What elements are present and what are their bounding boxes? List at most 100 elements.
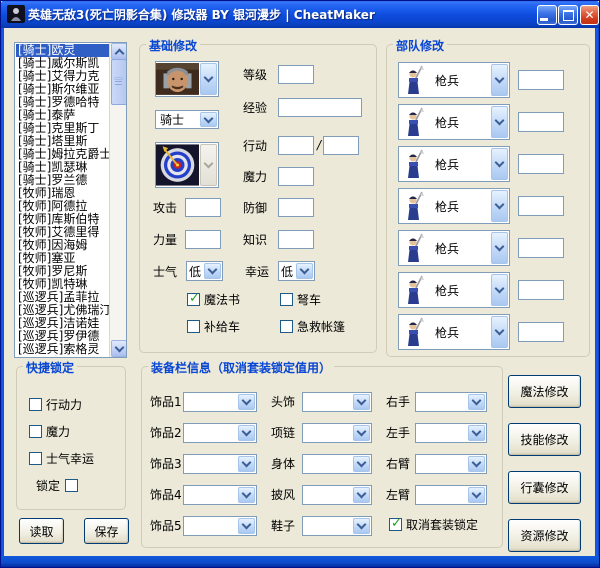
equip-slot-label: 饰品5: [150, 519, 182, 533]
window-border-right: [595, 28, 600, 568]
action-max-input[interactable]: [323, 136, 359, 155]
quick-lock-option[interactable]: 士气幸运: [29, 451, 94, 466]
army-unit-value: 枪兵: [435, 283, 460, 298]
defense-input[interactable]: [278, 198, 314, 217]
army-count-input[interactable]: [518, 322, 564, 342]
equip-slot-dropdown[interactable]: [415, 453, 487, 474]
chevron-down-icon: [468, 455, 485, 472]
chevron-down-icon: [296, 263, 313, 279]
army-unit-value: 枪兵: [435, 157, 460, 172]
unlock-set-checkbox[interactable]: [389, 516, 402, 531]
equip-slot-dropdown[interactable]: [183, 453, 257, 474]
specialty-dropdown[interactable]: [155, 142, 219, 188]
war-machine-checkboxes: 魔法书 弩车 补给车 急救帐篷: [187, 291, 372, 334]
knowledge-label: 知识: [243, 233, 268, 247]
power-label: 力量: [153, 233, 178, 247]
action-current-input[interactable]: [278, 136, 314, 155]
side-modify-button[interactable]: 行囊修改: [508, 471, 581, 504]
equip-slot-dropdown[interactable]: [302, 515, 372, 536]
army-unit-dropdown[interactable]: 枪兵: [398, 104, 510, 140]
checkbox-icon: [187, 319, 200, 333]
equip-slot-dropdown[interactable]: [415, 391, 487, 412]
close-button[interactable]: ✕: [580, 5, 599, 25]
war-machine-option[interactable]: 急救帐篷: [280, 319, 372, 334]
army-unit-value: 枪兵: [435, 73, 460, 88]
equip-row: 饰品1: [150, 386, 257, 417]
side-modify-button[interactable]: 技能修改: [508, 423, 581, 456]
read-button[interactable]: 读取: [19, 518, 64, 544]
scroll-thumb[interactable]: [111, 59, 126, 105]
army-count-input[interactable]: [518, 196, 564, 216]
hero-class-dropdown[interactable]: 骑士: [155, 110, 219, 129]
equip-slot-dropdown[interactable]: [183, 391, 257, 412]
checkbox-icon: [29, 451, 42, 465]
equip-slot-dropdown[interactable]: [183, 422, 257, 443]
equip-slot-dropdown[interactable]: [183, 515, 257, 536]
morale-label: 士气: [153, 265, 178, 279]
equip-slot-dropdown[interactable]: [302, 453, 372, 474]
checkbox-label: 补给车: [204, 319, 241, 334]
scroll-down-button[interactable]: [111, 340, 126, 357]
attack-input[interactable]: [185, 198, 221, 217]
equip-column-hands: 右手 左手 右臂 左臂: [386, 386, 487, 510]
pikeman-icon: [399, 315, 431, 349]
chevron-down-icon: [353, 517, 370, 534]
quick-lock-option[interactable]: 行动力: [29, 397, 94, 412]
chevron-down-icon: [491, 106, 508, 138]
morale-dropdown[interactable]: 低: [186, 261, 223, 281]
army-unit-dropdown[interactable]: 枪兵: [398, 272, 510, 308]
war-machine-option[interactable]: 弩车: [280, 292, 372, 307]
chevron-down-icon: [204, 263, 221, 279]
army-unit-value: 枪兵: [435, 199, 460, 214]
side-modify-button[interactable]: 魔法修改: [508, 375, 581, 408]
equip-slot-dropdown[interactable]: [183, 484, 257, 505]
equip-slot-dropdown[interactable]: [302, 484, 372, 505]
unlock-set-label: 取消套装锁定: [406, 518, 479, 532]
portrait-dropdown[interactable]: [155, 61, 219, 97]
power-input[interactable]: [185, 230, 221, 249]
chevron-down-icon: [468, 424, 485, 441]
hero-list-scrollbar[interactable]: [109, 43, 126, 357]
chevron-down-icon: [491, 190, 508, 222]
army-count-input[interactable]: [518, 280, 564, 300]
level-label: 等级: [243, 68, 268, 82]
hero-list[interactable]: [骑士]欧灵 [骑士]威尔斯凯 [骑士]艾得力克 [骑士]斯尔维亚 [骑士]罗德…: [14, 42, 127, 358]
knowledge-input[interactable]: [278, 230, 314, 249]
chevron-down-icon: [491, 148, 508, 180]
army-count-input[interactable]: [518, 154, 564, 174]
close-icon: ✕: [584, 8, 595, 22]
titlebar[interactable]: 英雄无敌3(死亡阴影合集) 修改器 BY 银河漫步 | CheatMaker: [0, 0, 600, 28]
army-count-input[interactable]: [518, 112, 564, 132]
war-machine-option[interactable]: 补给车: [187, 319, 280, 334]
maximize-button[interactable]: [558, 5, 578, 25]
equip-slot-dropdown[interactable]: [302, 391, 372, 412]
equip-slot-dropdown[interactable]: [415, 422, 487, 443]
scroll-up-button[interactable]: [111, 43, 126, 60]
equip-row: 项链: [271, 417, 372, 448]
quick-lock-option[interactable]: 魔力: [29, 424, 94, 439]
army-unit-dropdown[interactable]: 枪兵: [398, 314, 510, 350]
exp-input[interactable]: [278, 98, 362, 117]
army-count-input[interactable]: [518, 238, 564, 258]
checkbox-label: 急救帐篷: [297, 319, 346, 334]
army-unit-dropdown[interactable]: 枪兵: [398, 146, 510, 182]
army-count-input[interactable]: [518, 70, 564, 90]
army-unit-dropdown[interactable]: 枪兵: [398, 188, 510, 224]
luck-dropdown[interactable]: 低: [278, 261, 315, 281]
mana-input[interactable]: [278, 167, 314, 186]
army-row: 枪兵: [398, 62, 578, 98]
lock-checkbox[interactable]: [65, 479, 79, 492]
hero-class-value: 骑士: [160, 113, 185, 127]
war-machine-option[interactable]: 魔法书: [187, 291, 280, 307]
side-modify-button[interactable]: 资源修改: [508, 519, 581, 552]
level-input[interactable]: [278, 65, 314, 84]
minimize-button[interactable]: [537, 5, 557, 25]
army-unit-dropdown[interactable]: 枪兵: [398, 230, 510, 266]
equip-slot-dropdown[interactable]: [415, 484, 487, 505]
save-button[interactable]: 保存: [84, 518, 129, 544]
army-unit-dropdown[interactable]: 枪兵: [398, 62, 510, 98]
equip-slot-dropdown[interactable]: [302, 422, 372, 443]
chevron-down-icon: [353, 393, 370, 410]
checkbox-icon: [29, 397, 42, 411]
equip-slot-label: 头饰: [271, 395, 296, 409]
